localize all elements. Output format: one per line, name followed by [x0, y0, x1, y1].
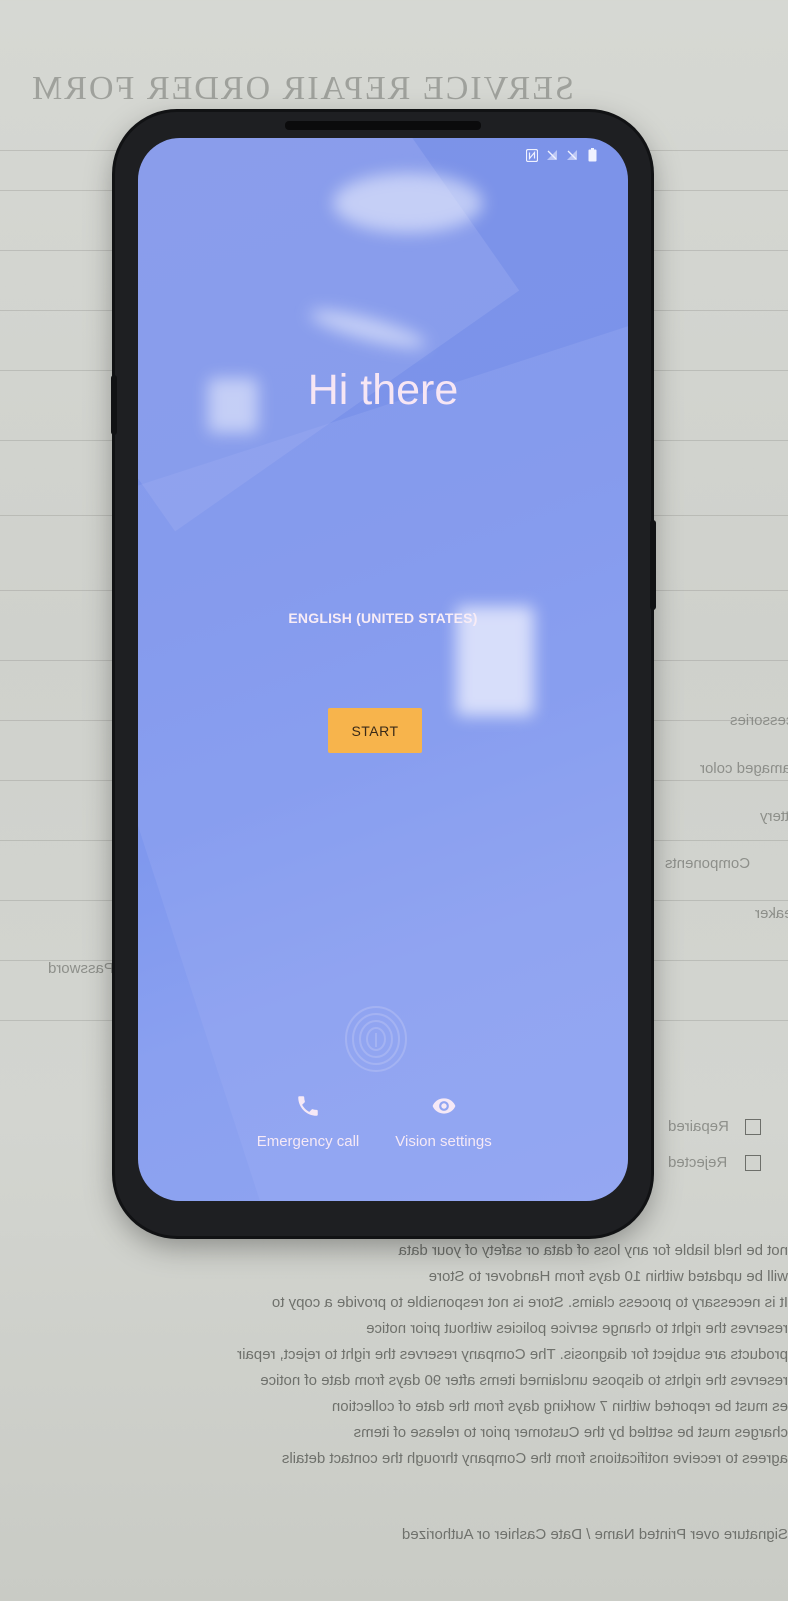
- fingerprint-icon: [340, 1003, 412, 1075]
- form-label: Components: [665, 855, 751, 872]
- form-label: Accessories: [730, 712, 788, 729]
- form-term: reserves the right to change service pol…: [366, 1320, 788, 1337]
- form-term: reserves the rights to dispose unclaimed…: [260, 1372, 788, 1389]
- language-selector[interactable]: ENGLISH (UNITED STATES): [138, 610, 628, 626]
- nfc-icon: [526, 148, 538, 162]
- vision-settings-label: Vision settings: [395, 1133, 492, 1150]
- status-bar: [526, 148, 598, 162]
- form-title: SERVICE REPAIR ORDER FORM: [30, 70, 574, 107]
- vision-settings-button[interactable]: Vision settings: [386, 1093, 501, 1150]
- form-checkbox: [745, 1119, 761, 1135]
- signal-off-icon: [566, 148, 578, 162]
- emergency-call-label: Emergency call: [256, 1133, 360, 1150]
- emergency-call-button[interactable]: Emergency call: [253, 1093, 363, 1150]
- form-check-label: Repaired: [668, 1118, 729, 1135]
- form-label: Speaker: [755, 905, 788, 922]
- form-check-label: Rejected: [668, 1154, 728, 1171]
- phone-screen: Hi there ENGLISH (UNITED STATES) START E…: [138, 138, 628, 1201]
- signal-off-icon: [546, 148, 558, 162]
- eye-icon: [431, 1093, 457, 1119]
- form-term: charges must be settled by the Customer …: [353, 1424, 788, 1441]
- form-term: es must be reported within 7 working day…: [331, 1398, 788, 1415]
- form-label: Password: [48, 960, 114, 977]
- earpiece-speaker: [285, 121, 481, 130]
- form-term: will be updated within 10 days from Hand…: [428, 1268, 788, 1285]
- power-button: [650, 520, 656, 610]
- battery-icon: [586, 148, 598, 162]
- form-terms: not be held liable for any loss of data …: [0, 1238, 788, 1548]
- form-term: not be held liable for any loss of data …: [398, 1242, 788, 1259]
- form-label: Damaged color: [700, 760, 788, 777]
- form-checkbox: [745, 1155, 761, 1171]
- form-term: products are subject for diagnosis. The …: [237, 1346, 788, 1363]
- greeting-title: Hi there: [307, 366, 459, 414]
- form-label: Battery: [760, 808, 788, 825]
- volume-button: [111, 375, 117, 435]
- phone-icon: [295, 1093, 321, 1119]
- start-button[interactable]: START: [328, 708, 422, 753]
- form-signature: Signature over Printed Name / Date Cashi…: [401, 1526, 788, 1543]
- form-term: It is necessary to process claims. Store…: [271, 1294, 788, 1311]
- light-reflection: [333, 173, 483, 233]
- form-term: agrees to receive notifications from the…: [281, 1450, 788, 1467]
